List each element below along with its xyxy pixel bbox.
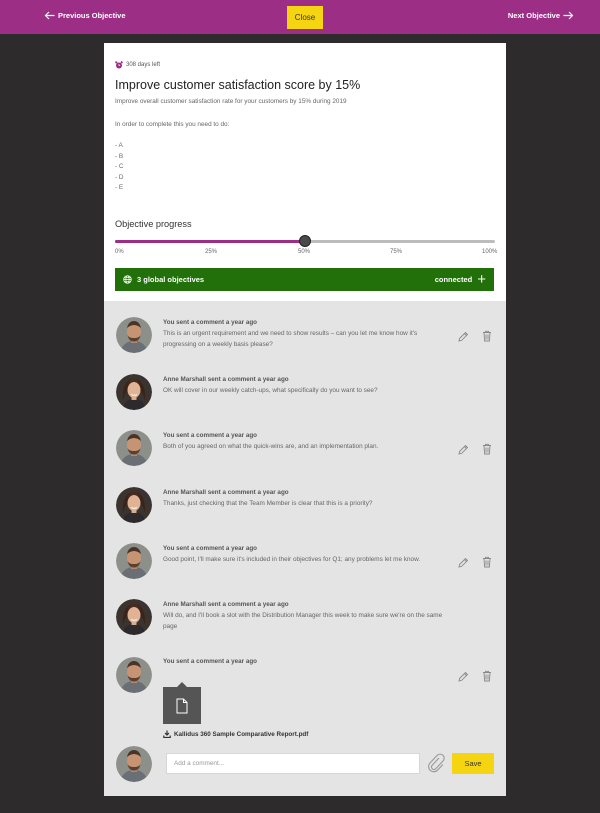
- trash-icon[interactable]: [481, 443, 493, 455]
- comment-text: OK will cover in our weekly catch-ups, w…: [163, 387, 378, 394]
- arrow-right-icon: [563, 11, 574, 20]
- trash-icon[interactable]: [481, 330, 493, 342]
- avatar: [116, 487, 152, 523]
- document-icon: [176, 698, 188, 713]
- avatar: [116, 317, 152, 353]
- comment-author: Anne Marshall sent a comment a year ago: [163, 376, 289, 383]
- previous-objective-link[interactable]: Previous Objective: [44, 11, 126, 20]
- arrow-left-icon: [44, 11, 55, 20]
- edit-icon[interactable]: [457, 444, 469, 456]
- close-button[interactable]: Close: [287, 6, 323, 29]
- attachment-filename: Kallidus 360 Sample Comparative Report.p…: [174, 730, 309, 738]
- globe-icon: [123, 275, 132, 284]
- progress-tick-label: 0%: [115, 249, 124, 255]
- avatar: [116, 543, 152, 579]
- add-icon[interactable]: +: [477, 272, 486, 287]
- comment-text: Will do, and I'll book a slot with the D…: [163, 612, 443, 630]
- avatar: [116, 430, 152, 466]
- edit-icon[interactable]: [457, 331, 469, 343]
- download-icon: [163, 730, 171, 738]
- task-item: - A: [115, 142, 123, 149]
- objective-instructions: In order to complete this you need to do…: [115, 121, 230, 128]
- progress-tick-label: 50%: [298, 249, 311, 255]
- avatar: [116, 599, 152, 635]
- attachment-link[interactable]: Kallidus 360 Sample Comparative Report.p…: [163, 730, 308, 738]
- trash-icon[interactable]: [481, 670, 493, 682]
- comment-text: Thanks, just checking that the Team Memb…: [163, 500, 373, 507]
- trash-icon[interactable]: [481, 556, 493, 568]
- top-bar: Previous Objective Close Next Objective: [0, 0, 600, 34]
- comment-author: Anne Marshall sent a comment a year ago: [163, 489, 289, 496]
- comment-text: This is an urgent requirement and we nee…: [163, 330, 418, 348]
- comment-author: You sent a comment a year ago: [163, 658, 258, 665]
- avatar: [116, 657, 152, 693]
- objective-panel: 308 days left Improve customer satisfact…: [104, 43, 506, 796]
- global-objectives-label: 3 global objectives: [137, 275, 205, 284]
- connected-status: connected: [434, 275, 473, 284]
- comment-input[interactable]: Add a comment...: [166, 753, 420, 774]
- comment-author: You sent a comment a year ago: [163, 432, 258, 439]
- comments-section: You sent a comment a year ago This is an…: [104, 301, 506, 796]
- progress-slider-handle[interactable]: [299, 235, 311, 247]
- task-item: - C: [115, 163, 124, 170]
- global-objectives-bar[interactable]: 3 global objectives connected +: [115, 268, 494, 291]
- task-item: - D: [115, 173, 124, 181]
- comment-author: Anne Marshall sent a comment a year ago: [163, 601, 289, 608]
- alarm-clock-icon: [115, 61, 123, 69]
- progress-label: Objective progress: [115, 219, 192, 229]
- comment-author: You sent a comment a year ago: [163, 319, 258, 326]
- save-button[interactable]: Save: [452, 753, 494, 774]
- comment-text: Good point, I'll make sure it's included…: [163, 556, 421, 563]
- previous-objective-label: Previous Objective: [58, 11, 126, 20]
- days-left: 308 days left: [115, 61, 160, 69]
- edit-icon[interactable]: [457, 557, 469, 569]
- task-list: - A - B - C - D - E: [115, 141, 124, 194]
- next-objective-label: Next Objective: [507, 11, 560, 20]
- comment-author: You sent a comment a year ago: [163, 545, 258, 552]
- attachment-thumbnail[interactable]: [163, 682, 201, 724]
- edit-icon[interactable]: [457, 671, 469, 683]
- task-item: - E: [115, 184, 124, 191]
- next-objective-link[interactable]: Next Objective: [508, 11, 574, 20]
- progress-tick-label: 75%: [390, 249, 403, 255]
- paperclip-icon[interactable]: [427, 753, 445, 773]
- avatar: [116, 374, 152, 410]
- progress-fill: [115, 240, 305, 243]
- progress-tick-label: 25%: [205, 249, 218, 255]
- days-left-text: 308 days left: [126, 62, 161, 68]
- avatar: [116, 746, 152, 782]
- comment-text: Both of you agreed on what the quick-win…: [163, 443, 379, 450]
- objective-description: Improve overall customer satisfaction ra…: [115, 98, 347, 105]
- objective-title: Improve customer satisfaction score by 1…: [115, 78, 361, 92]
- task-item: - B: [115, 152, 124, 160]
- progress-tick-label: 100%: [482, 249, 498, 255]
